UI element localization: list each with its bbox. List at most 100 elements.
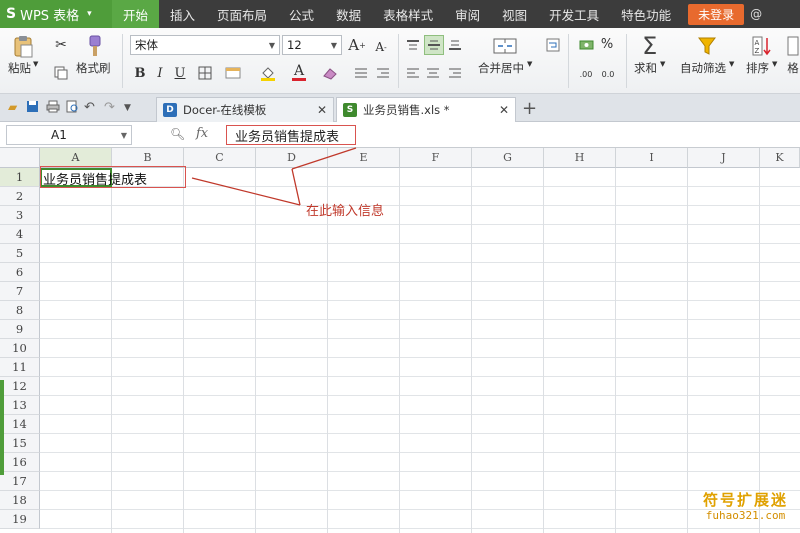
decrease-decimal-button[interactable]: 0.0 xyxy=(598,64,618,84)
wrap-text-button[interactable] xyxy=(352,64,370,82)
row-header-18[interactable]: 18 xyxy=(0,491,40,510)
select-all-corner[interactable] xyxy=(0,148,40,168)
merge-center-button[interactable]: 合并居中 ▼ xyxy=(478,32,532,76)
wps-logo-icon: S xyxy=(6,6,17,22)
print-icon[interactable] xyxy=(46,100,60,116)
new-tab-icon[interactable]: + xyxy=(522,98,537,119)
cell-gridlines[interactable] xyxy=(40,168,800,533)
menu-item-3[interactable]: 公式 xyxy=(278,0,325,28)
increase-decimal-button[interactable]: .00 xyxy=(576,64,596,84)
align-right-button[interactable] xyxy=(446,64,464,82)
underline-button[interactable]: U xyxy=(172,64,188,82)
row-header-11[interactable]: 11 xyxy=(0,358,40,377)
column-header-c[interactable]: C xyxy=(184,148,256,168)
menu-item-6[interactable]: 审阅 xyxy=(444,0,491,28)
separator xyxy=(122,34,123,88)
paste-button[interactable]: 粘贴 ▼ xyxy=(8,32,38,76)
currency-button[interactable] xyxy=(578,36,596,54)
chevron-down-icon: ▾ xyxy=(87,9,92,19)
menu-item-7[interactable]: 视图 xyxy=(491,0,538,28)
grow-font-button[interactable]: A + xyxy=(348,35,366,55)
auto-wrap-button[interactable] xyxy=(544,36,562,54)
font-size-select[interactable]: 12 ▼ xyxy=(282,35,342,55)
column-header-f[interactable]: F xyxy=(400,148,472,168)
tab-docer[interactable]: D Docer-在线模板 ✕ xyxy=(156,97,334,122)
close-icon[interactable]: ✕ xyxy=(499,103,509,117)
insert-function-icon[interactable]: fx xyxy=(196,126,208,141)
bold-button[interactable]: B xyxy=(132,64,148,82)
menu-item-1[interactable]: 插入 xyxy=(159,0,206,28)
row-header-13[interactable]: 13 xyxy=(0,396,40,415)
menu-item-0[interactable]: 开始 xyxy=(112,0,160,28)
align-bottom-button[interactable] xyxy=(446,36,464,54)
row-header-19[interactable]: 19 xyxy=(0,510,40,529)
row-header-15[interactable]: 15 xyxy=(0,434,40,453)
sort-button[interactable]: AZ 排序 ▼ xyxy=(746,32,777,76)
align-middle-button[interactable] xyxy=(424,35,444,55)
spreadsheet-grid[interactable]: ABCDEFGHIJK 1 2 3 4 5 6 7 8 9 10 11 12 13 14 15 16 17 18 1… xyxy=(0,148,800,533)
italic-button[interactable]: I xyxy=(152,64,168,82)
row-header-10[interactable]: 10 xyxy=(0,339,40,358)
row-header-7[interactable]: 7 xyxy=(0,282,40,301)
indent-button[interactable] xyxy=(374,64,392,82)
menu-item-8[interactable]: 开发工具 xyxy=(538,0,610,28)
column-header-a[interactable]: A xyxy=(40,148,112,168)
row-header-2[interactable]: 2 xyxy=(0,187,40,206)
column-header-e[interactable]: E xyxy=(328,148,400,168)
align-center-button[interactable] xyxy=(424,64,442,82)
column-header-b[interactable]: B xyxy=(112,148,184,168)
menu-item-5[interactable]: 表格样式 xyxy=(372,0,444,28)
format-painter-button[interactable]: 格式刷 xyxy=(76,32,111,76)
column-header-k[interactable]: K xyxy=(760,148,800,168)
percent-button[interactable]: % xyxy=(598,35,616,53)
menu-item-9[interactable]: 特色功能 xyxy=(610,0,682,28)
login-button[interactable]: 未登录 xyxy=(688,3,745,25)
column-header-d[interactable]: D xyxy=(256,148,328,168)
column-header-j[interactable]: J xyxy=(688,148,760,168)
align-left-button[interactable] xyxy=(404,64,422,82)
menu-item-2[interactable]: 页面布局 xyxy=(206,0,278,28)
menu-item-4[interactable]: 数据 xyxy=(325,0,372,28)
redo-icon[interactable]: ↷ xyxy=(104,100,115,115)
column-header-i[interactable]: I xyxy=(616,148,688,168)
row-header-4[interactable]: 4 xyxy=(0,225,40,244)
shrink-font-button[interactable]: A- xyxy=(372,37,390,57)
row-header-16[interactable]: 16 xyxy=(0,453,40,472)
auto-filter-button[interactable]: 自动筛选 ▼ xyxy=(680,32,734,76)
row-header-12[interactable]: 12 xyxy=(0,377,40,396)
formula-input[interactable]: 业务员销售提成表 xyxy=(226,125,356,145)
column-header-g[interactable]: G xyxy=(472,148,544,168)
row-header-14[interactable]: 14 xyxy=(0,415,40,434)
row-header-6[interactable]: 6 xyxy=(0,263,40,282)
row-header-9[interactable]: 9 xyxy=(0,320,40,339)
print-preview-icon[interactable] xyxy=(66,100,79,116)
folder-icon[interactable]: ▰ xyxy=(8,100,17,114)
close-icon[interactable]: ✕ xyxy=(317,103,327,117)
undo-icon[interactable]: ↶ xyxy=(84,100,95,115)
row-header-1[interactable]: 1 xyxy=(0,168,40,187)
fill-color-button[interactable] xyxy=(256,64,280,82)
column-header-h[interactable]: H xyxy=(544,148,616,168)
app-menu-button[interactable]: S WPS 表格 ▾ xyxy=(0,0,112,28)
more-icon[interactable]: @ xyxy=(750,7,762,21)
zoom-icon[interactable]: 🔍︎ xyxy=(170,127,185,141)
format-button[interactable]: 格 xyxy=(786,32,800,76)
tab-sales-workbook[interactable]: S 业务员销售.xls * ✕ xyxy=(336,97,516,122)
row-header-3[interactable]: 3 xyxy=(0,206,40,225)
sum-button[interactable]: Σ 求和 ▼ xyxy=(634,32,665,76)
font-color-button[interactable]: A xyxy=(288,62,310,82)
align-top-button[interactable] xyxy=(404,36,422,54)
borders-button[interactable] xyxy=(194,64,216,82)
row-header-17[interactable]: 17 xyxy=(0,472,40,491)
cut-icon[interactable]: ✂ xyxy=(52,36,70,54)
font-name-select[interactable]: 宋体 ▼ xyxy=(130,35,280,55)
row-header-8[interactable]: 8 xyxy=(0,301,40,320)
name-box[interactable]: A1 ▼ xyxy=(6,125,132,145)
cell-style-button[interactable] xyxy=(222,64,244,82)
row-header-5[interactable]: 5 xyxy=(0,244,40,263)
customize-toolbar-icon[interactable]: ▼ xyxy=(124,103,131,113)
copy-icon[interactable] xyxy=(52,64,70,82)
formula-bar: A1 ▼ 🔍︎ fx 业务员销售提成表 xyxy=(0,122,800,148)
text-effect-button[interactable] xyxy=(320,64,340,82)
save-icon[interactable] xyxy=(26,100,39,116)
